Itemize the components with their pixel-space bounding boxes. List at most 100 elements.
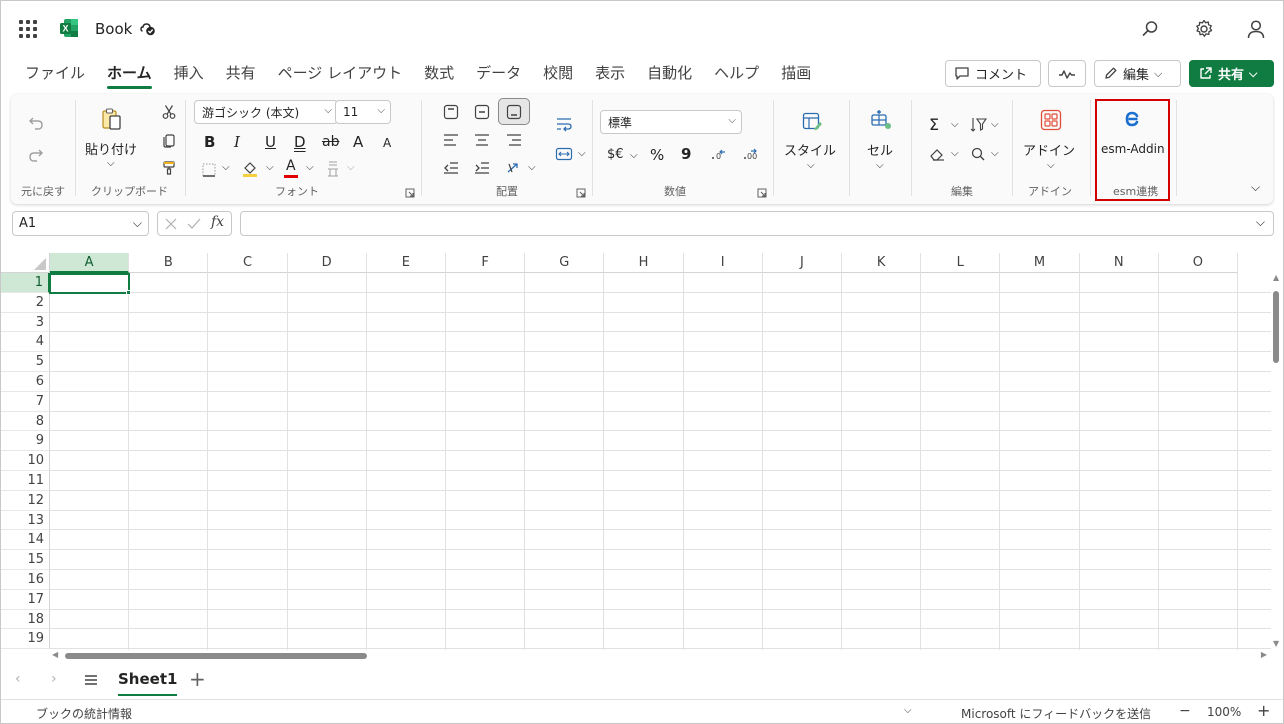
tab-data[interactable]: データ bbox=[465, 61, 532, 87]
column-header-h[interactable]: H bbox=[604, 253, 684, 273]
row-header-3[interactable]: 3 bbox=[1, 312, 50, 333]
horizontal-scrollbar[interactable]: ◀ ▶ bbox=[50, 650, 1271, 662]
workbook-title[interactable]: Book bbox=[95, 20, 132, 38]
shrink-font-button[interactable]: A bbox=[383, 136, 391, 150]
chevron-down-icon[interactable]: ⌵ bbox=[578, 148, 586, 159]
row-header-14[interactable]: 14 bbox=[1, 530, 50, 551]
font-color-button[interactable]: A bbox=[286, 158, 296, 174]
strikethrough-button[interactable]: ab bbox=[322, 134, 339, 150]
share-button[interactable]: 共有 ⌵ bbox=[1189, 60, 1274, 87]
align-left-icon[interactable] bbox=[442, 132, 460, 148]
row-header-9[interactable]: 9 bbox=[1, 431, 50, 452]
paste-button[interactable]: 貼り付け bbox=[85, 139, 137, 158]
scroll-right-arrow-icon[interactable]: ▶ bbox=[1261, 650, 1267, 659]
align-top-icon[interactable] bbox=[442, 103, 460, 121]
format-painter-icon[interactable] bbox=[161, 160, 177, 176]
styles-button[interactable]: スタイル bbox=[784, 140, 836, 159]
font-name-dropdown[interactable]: 游ゴシック (本文) ⌵ bbox=[194, 100, 338, 124]
chevron-down-icon[interactable]: ⌵ bbox=[306, 162, 314, 173]
column-header-c[interactable]: C bbox=[208, 253, 288, 273]
formula-input[interactable]: ⌵ bbox=[240, 211, 1274, 236]
chevron-down-icon[interactable]: ⌵ bbox=[951, 148, 959, 159]
active-cell-a1[interactable] bbox=[49, 273, 130, 294]
tab-help[interactable]: ヘルプ bbox=[703, 61, 770, 87]
column-header-e[interactable]: E bbox=[366, 253, 446, 273]
chevron-down-icon[interactable]: ⌵ bbox=[807, 160, 815, 171]
cells-insert-icon[interactable] bbox=[868, 109, 892, 131]
column-header-g[interactable]: G bbox=[525, 253, 605, 273]
tab-review[interactable]: 校閲 bbox=[532, 61, 584, 87]
column-header-i[interactable]: I bbox=[683, 253, 763, 273]
column-header-n[interactable]: N bbox=[1079, 253, 1159, 273]
chevron-down-icon[interactable]: ⌵ bbox=[347, 162, 355, 173]
addins-button[interactable]: アドイン bbox=[1023, 140, 1075, 159]
zoom-in-button[interactable]: + bbox=[1257, 701, 1270, 720]
add-sheet-plus-icon[interactable]: + bbox=[189, 667, 206, 691]
row-header-1[interactable]: 1 bbox=[1, 273, 50, 293]
redo-icon[interactable] bbox=[27, 146, 45, 164]
decrease-indent-icon[interactable] bbox=[442, 160, 460, 176]
saved-status-icon[interactable] bbox=[140, 22, 156, 36]
autosum-icon[interactable]: Σ bbox=[929, 115, 939, 134]
row-header-7[interactable]: 7 bbox=[1, 391, 50, 412]
tab-home[interactable]: ホーム bbox=[96, 61, 163, 89]
column-header-f[interactable]: F bbox=[446, 253, 526, 273]
app-launcher-icon[interactable] bbox=[19, 20, 37, 38]
row-header-17[interactable]: 17 bbox=[1, 589, 50, 610]
find-search-icon[interactable] bbox=[969, 146, 987, 162]
select-all-corner[interactable] bbox=[1, 253, 50, 273]
column-header-j[interactable]: J bbox=[762, 253, 842, 273]
dialog-launcher-icon[interactable] bbox=[757, 188, 767, 198]
dialog-launcher-icon[interactable] bbox=[405, 188, 415, 198]
row-header-18[interactable]: 18 bbox=[1, 609, 50, 630]
align-middle-icon[interactable] bbox=[473, 103, 491, 121]
catch-up-button[interactable] bbox=[1048, 60, 1086, 87]
paste-clipboard-icon[interactable] bbox=[99, 106, 125, 132]
tab-draw[interactable]: 描画 bbox=[770, 61, 822, 87]
decrease-decimal-icon[interactable]: 00 bbox=[742, 148, 760, 162]
number-format-dropdown[interactable]: 標準 ⌵ bbox=[600, 110, 742, 134]
insert-function-button[interactable]: fx bbox=[211, 214, 224, 230]
chevron-down-icon[interactable]: ⌵ bbox=[904, 705, 912, 716]
zoom-level[interactable]: 100% bbox=[1207, 705, 1241, 719]
column-header-o[interactable]: O bbox=[1158, 253, 1238, 273]
dialog-launcher-icon[interactable] bbox=[576, 188, 586, 198]
chevron-down-icon[interactable]: ⌵ bbox=[991, 148, 999, 159]
cut-scissors-icon[interactable] bbox=[161, 104, 177, 120]
increase-indent-icon[interactable] bbox=[473, 160, 491, 176]
zoom-out-button[interactable]: − bbox=[1179, 703, 1191, 719]
chevron-down-icon[interactable]: ⌵ bbox=[991, 119, 999, 130]
chevron-down-icon[interactable]: ⌵ bbox=[630, 150, 638, 161]
merge-center-icon[interactable] bbox=[555, 146, 573, 162]
column-header-d[interactable]: D bbox=[287, 253, 367, 273]
row-header-5[interactable]: 5 bbox=[1, 352, 50, 372]
chevron-down-icon[interactable]: ⌵ bbox=[1047, 160, 1055, 171]
clear-eraser-icon[interactable] bbox=[928, 146, 946, 162]
settings-gear-icon[interactable] bbox=[1193, 18, 1215, 40]
text-orientation-icon[interactable] bbox=[505, 160, 523, 176]
vertical-scroll-thumb[interactable] bbox=[1273, 291, 1279, 363]
tab-file[interactable]: ファイル bbox=[25, 61, 96, 87]
phonetic-guide-icon[interactable] bbox=[325, 160, 341, 178]
vertical-scrollbar[interactable]: ▲ ▼ bbox=[1271, 273, 1283, 650]
addins-grid-icon[interactable] bbox=[1039, 108, 1063, 132]
spreadsheet-grid[interactable]: A B C D E F G H I J K L M N O 1 2 3 4 5 6 7 8 9 10 11 12 13 14 15 16 17… bbox=[1, 253, 1271, 650]
sort-filter-icon[interactable] bbox=[969, 116, 987, 134]
row-header-15[interactable]: 15 bbox=[1, 550, 50, 570]
copy-icon[interactable] bbox=[161, 132, 177, 148]
wrap-text-icon[interactable] bbox=[555, 116, 573, 132]
underline-button[interactable]: U bbox=[265, 133, 276, 151]
chevron-down-icon[interactable]: ⌵ bbox=[1256, 215, 1265, 230]
sheet-tab-sheet1[interactable]: Sheet1 bbox=[118, 670, 178, 696]
scroll-left-arrow-icon[interactable]: ◀ bbox=[52, 650, 58, 659]
chevron-down-icon[interactable]: ⌵ bbox=[266, 162, 274, 173]
search-icon[interactable] bbox=[1139, 18, 1161, 40]
chevron-down-icon[interactable]: ⌵ bbox=[951, 119, 959, 130]
column-header-l[interactable]: L bbox=[921, 253, 1001, 273]
row-header-6[interactable]: 6 bbox=[1, 372, 50, 392]
align-right-icon[interactable] bbox=[505, 132, 523, 148]
chevron-down-icon[interactable]: ⌵ bbox=[107, 158, 115, 169]
scroll-up-arrow-icon[interactable]: ▲ bbox=[1273, 273, 1279, 282]
row-header-16[interactable]: 16 bbox=[1, 570, 50, 590]
workbook-statistics[interactable]: ブックの統計情報 bbox=[36, 705, 132, 722]
